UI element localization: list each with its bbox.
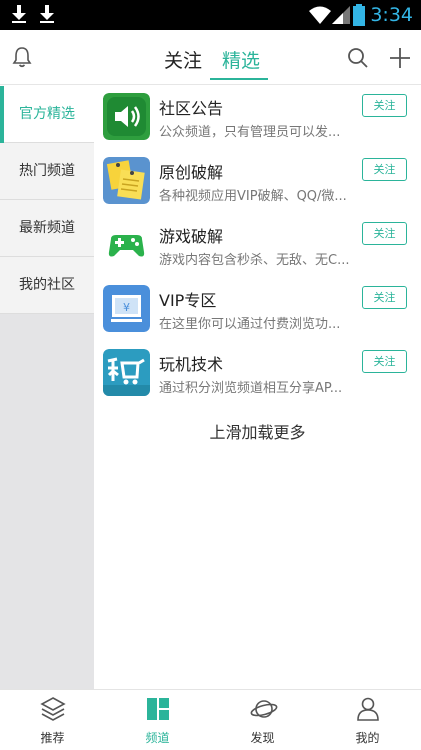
tab-featured[interactable]: 精选 [222,46,260,73]
channel-category-sidebar: 官方精选 热门频道 最新频道 我的社区 [0,86,94,689]
nav-label: 发现 [250,731,275,745]
clock: 3:34 [370,4,413,26]
notes-icon [103,157,150,204]
planet-icon [250,700,278,718]
gamepad-icon [103,221,150,268]
list-item[interactable]: 游戏破解 游戏内容包含秒杀、无敌、无C... 关注 [94,214,421,278]
channel-description: 公众频道，只有管理员可以发... [159,125,341,140]
list-item[interactable]: 原创破解 各种视频应用VIP破解、QQ/微... 关注 [94,150,421,214]
list-item[interactable]: 玩机技术 通过积分浏览频道相互分享AP... 关注 [94,342,421,406]
speaker-icon [103,93,150,140]
tab-indicator [210,78,268,80]
nav-channel[interactable]: 频道 [105,690,210,750]
plus-icon[interactable] [389,47,411,69]
channel-list: 社区公告 公众频道，只有管理员可以发... 关注 原创破解 各种视频应用VIP破… [94,86,421,689]
layers-icon [40,697,66,721]
channel-title: 游戏破解 [159,227,224,246]
wifi-icon [309,6,331,24]
channel-description: 在这里你可以通过付费浏览功... [159,317,341,332]
list-item[interactable]: 社区公告 公众频道，只有管理员可以发... 关注 [94,86,421,150]
follow-button[interactable]: 关注 [362,158,407,181]
top-bar: 关注 精选 [0,30,421,85]
nav-recommend[interactable]: 推荐 [0,690,105,750]
follow-button[interactable]: 关注 [362,286,407,309]
nav-mine[interactable]: 我的 [315,690,420,750]
follow-button[interactable]: 关注 [362,350,407,373]
load-more-hint: 上滑加载更多 [209,423,306,442]
battery-icon [353,4,365,26]
nav-discover[interactable]: 发现 [210,690,315,750]
follow-button[interactable]: 关注 [362,94,407,117]
nav-label: 我的 [355,731,380,745]
points-cart-icon [103,349,150,396]
signal-icon [332,6,350,24]
channel-description: 各种视频应用VIP破解、QQ/微... [159,189,347,204]
sidebar-item-my-community[interactable]: 我的社区 [0,257,94,314]
channel-title: 玩机技术 [159,355,224,374]
sidebar-item-hot[interactable]: 热门频道 [0,143,94,200]
status-bar: 3:34 [0,0,421,30]
channel-description: 通过积分浏览频道相互分享AP... [159,381,343,396]
bottom-navigation: 推荐 频道 发现 我的 [0,689,421,750]
download-icon [40,5,54,23]
nav-label: 频道 [145,731,170,745]
channel-title: 原创破解 [159,163,224,182]
channel-icon [147,698,169,720]
download-icon [12,5,26,23]
nav-label: 推荐 [40,731,65,745]
svg-text:¥: ¥ [123,301,130,314]
bell-icon[interactable] [11,46,33,68]
search-icon[interactable] [347,47,369,69]
channel-title: VIP专区 [159,291,217,310]
follow-button[interactable]: 关注 [362,222,407,245]
vip-screen-icon: ¥ [103,285,150,332]
sidebar-item-latest[interactable]: 最新频道 [0,200,94,257]
person-icon [357,697,379,721]
tab-follow[interactable]: 关注 [164,46,202,73]
list-item[interactable]: ¥ VIP专区 在这里你可以通过付费浏览功... 关注 [94,278,421,342]
sidebar-item-official[interactable]: 官方精选 [0,86,94,143]
channel-title: 社区公告 [159,99,224,118]
channel-description: 游戏内容包含秒杀、无敌、无C... [159,253,350,268]
